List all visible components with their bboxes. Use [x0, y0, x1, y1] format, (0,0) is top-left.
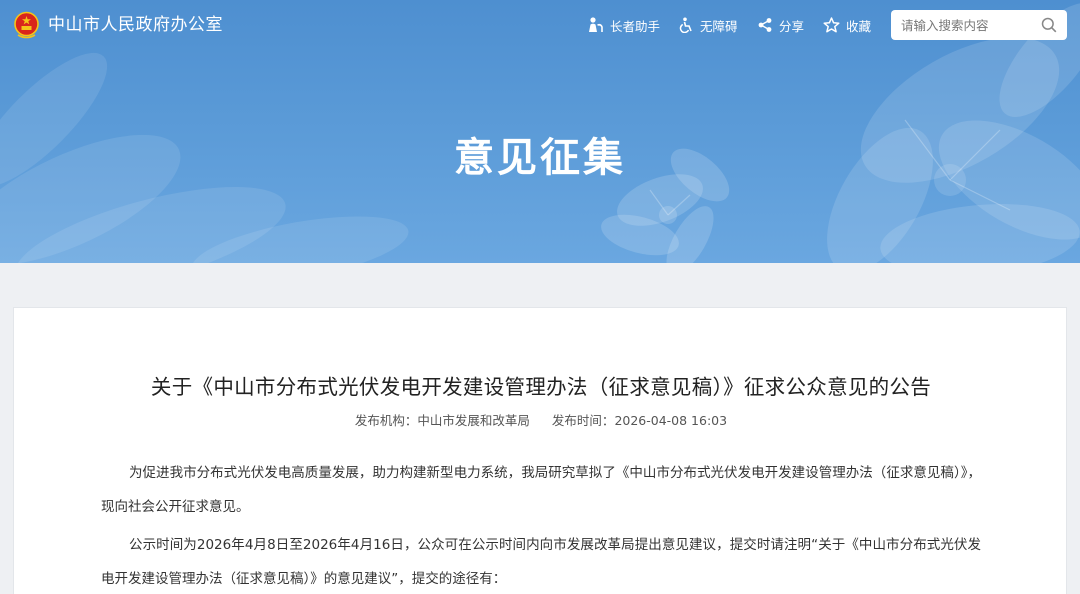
elder-assistant-label: 长者助手 [610, 18, 661, 34]
site-title[interactable]: 中山市人民政府办公室 [48, 14, 223, 36]
share-label: 分享 [779, 18, 805, 34]
article-card: 关于《中山市分布式光伏发电开发建设管理办法（征求意见稿）》征求公众意见的公告 发… [13, 307, 1067, 594]
article-paragraph: 公示时间为2026年4月8日至2026年4月16日，公众可在公示时间内向市发展改… [101, 537, 981, 587]
publish-time-value: 2026-04-08 16:03 [614, 413, 728, 428]
favorite-label: 收藏 [846, 18, 872, 34]
search-input[interactable] [901, 11, 1041, 39]
article-paragraph: 为促进我市分布式光伏发电高质量发展，助力构建新型电力系统，我局研究草拟了《中山市… [101, 465, 981, 515]
publisher-info: 发布机构：中山市发展和改革局 [355, 413, 530, 428]
accessibility-icon [679, 17, 692, 33]
search-box [891, 10, 1067, 40]
elder-icon [589, 17, 603, 32]
favorite-button[interactable]: 收藏 [823, 15, 871, 35]
publisher-label: 发布机构： [354, 413, 418, 428]
national-emblem-logo [14, 11, 39, 39]
elder-assistant-button[interactable]: 长者助手 [587, 15, 660, 35]
header-banner: 中山市人民政府办公室 长者助手 无障碍 分享 收藏 请输入搜索内容 意见征集 [0, 0, 1080, 263]
top-bar: 中山市人民政府办公室 长者助手 无障碍 分享 收藏 请输入搜索内容 [0, 0, 1080, 50]
accessibility-label: 无障碍 [700, 18, 738, 34]
search-icon[interactable] [1041, 17, 1057, 33]
article-meta: 发布机构：中山市发展和改革局 发布时间：2026-04-08 16:03 [14, 412, 1068, 430]
share-icon [758, 18, 772, 32]
star-icon [823, 17, 840, 33]
publish-time-info: 发布时间：2026-04-08 16:03 [552, 413, 727, 428]
banner-title: 意见征集 [454, 135, 626, 181]
publisher-value: 中山市发展和改革局 [417, 413, 530, 428]
share-button[interactable]: 分享 [757, 15, 804, 35]
article-title: 关于《中山市分布式光伏发电开发建设管理办法（征求意见稿）》征求公众意见的公告 [150, 375, 932, 399]
accessibility-button[interactable]: 无障碍 [678, 15, 738, 35]
publish-time-label: 发布时间： [551, 413, 615, 428]
